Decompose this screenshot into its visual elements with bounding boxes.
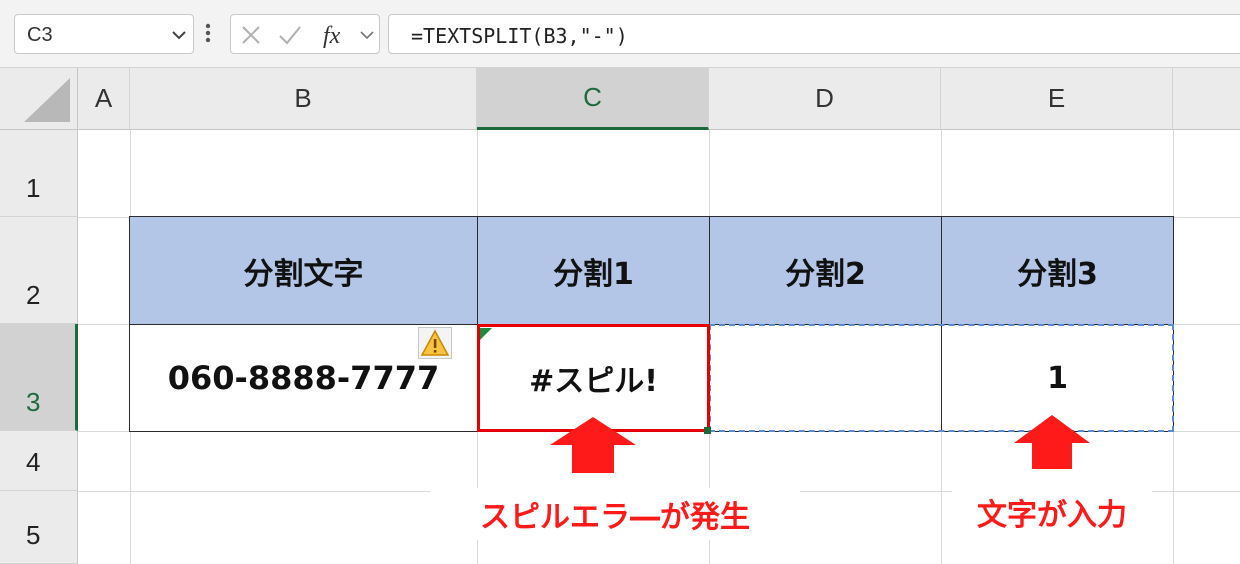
expand-chevron-icon[interactable]: [359, 27, 375, 46]
column-header-d[interactable]: D: [709, 68, 941, 130]
row-header-1[interactable]: 1: [0, 130, 78, 217]
fill-handle[interactable]: [704, 427, 711, 434]
row-header-4[interactable]: 4: [0, 431, 78, 491]
cell-d3[interactable]: [709, 324, 942, 432]
row-header-2[interactable]: 2: [0, 217, 78, 324]
column-header-a[interactable]: A: [78, 68, 130, 130]
formula-input[interactable]: =TEXTSPLIT(B3,"-"): [388, 14, 1240, 54]
formula-text: =TEXTSPLIT(B3,"-"): [411, 24, 628, 48]
cell-c2[interactable]: 分割1: [477, 216, 710, 325]
select-all-triangle-icon: [24, 78, 70, 122]
cell-e2[interactable]: 分割3: [941, 216, 1174, 325]
select-all-corner[interactable]: [0, 68, 78, 130]
formula-buttons: fx: [230, 14, 380, 54]
svg-text:fx: fx: [323, 23, 341, 49]
header-split-2: 分割2: [785, 256, 866, 292]
enter-check-icon[interactable]: [277, 23, 303, 51]
header-split-text: 分割文字: [243, 256, 364, 292]
spill-error-callout: スピルエラ―が発生: [430, 488, 800, 540]
cancel-icon[interactable]: [239, 23, 263, 51]
cell-e3-value: 1: [1047, 360, 1068, 396]
chevron-down-icon[interactable]: [171, 27, 187, 46]
column-header-b[interactable]: B: [130, 68, 477, 130]
cell-d2[interactable]: 分割2: [709, 216, 942, 325]
text-entered-callout: 文字が入力: [952, 486, 1152, 538]
up-arrow-icon: [548, 415, 638, 479]
name-box-value: C3: [27, 24, 53, 46]
insert-function-icon[interactable]: fx: [321, 19, 355, 55]
header-split-1: 分割1: [553, 256, 634, 292]
warning-smart-tag[interactable]: [418, 327, 452, 359]
warning-icon: [420, 329, 450, 356]
phone-value: 060-8888-7777: [167, 359, 440, 397]
column-header-c[interactable]: C: [477, 68, 709, 130]
column-header-e[interactable]: E: [941, 68, 1173, 130]
row-header-5[interactable]: 5: [0, 491, 78, 564]
column-header-f[interactable]: [1173, 68, 1240, 130]
cell-b2[interactable]: 分割文字: [129, 216, 478, 325]
header-split-3: 分割3: [1017, 256, 1098, 292]
error-indicator-icon: [480, 327, 494, 346]
more-options-icon[interactable]: [203, 18, 213, 48]
row-header-3[interactable]: 3: [0, 324, 78, 431]
spill-error-value: #スピル!: [529, 364, 658, 399]
name-box[interactable]: C3: [14, 14, 194, 54]
up-arrow-icon: [1012, 413, 1092, 475]
